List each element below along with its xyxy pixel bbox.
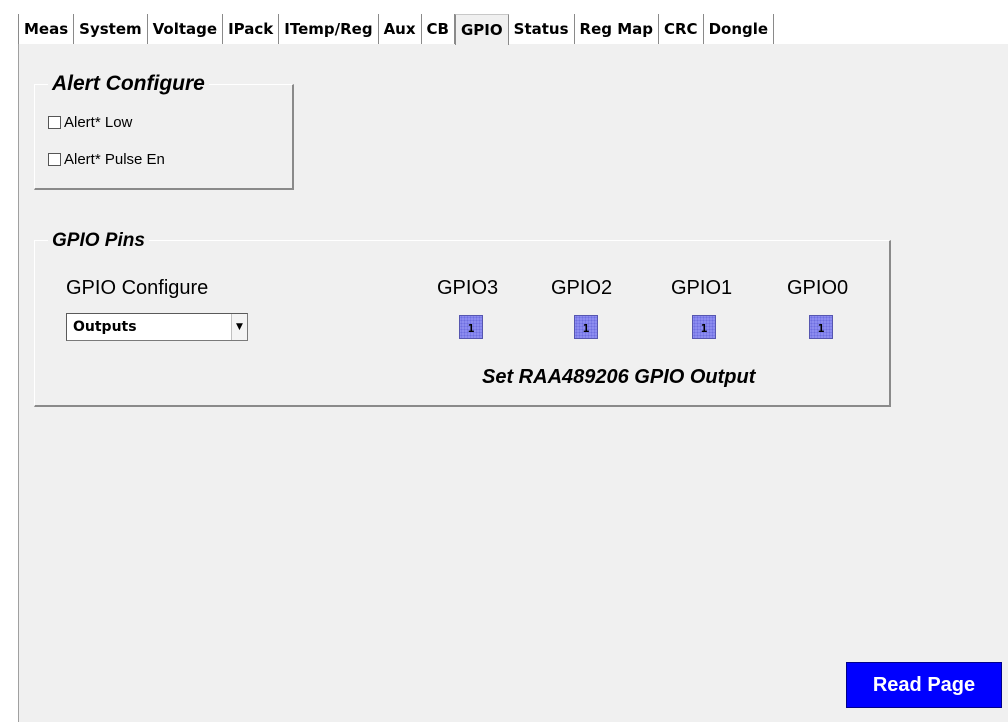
gpio-pins-title: GPIO Pins bbox=[48, 230, 149, 252]
gpio1-label: GPIO1 bbox=[671, 277, 733, 299]
gpio-configure-label: GPIO Configure bbox=[66, 277, 209, 299]
checkbox-box[interactable] bbox=[48, 116, 61, 129]
alert-low-label: Alert* Low bbox=[64, 114, 133, 131]
tab-cb[interactable]: CB bbox=[421, 14, 455, 44]
alert-configure-group bbox=[34, 84, 294, 190]
gpio-configure-value: Outputs bbox=[73, 319, 137, 335]
alert-configure-title: Alert Configure bbox=[48, 72, 209, 96]
set-gpio-output-label: Set RAA489206 GPIO Output bbox=[482, 366, 756, 388]
tab-meas[interactable]: Meas bbox=[18, 14, 75, 44]
gpio-configure-select[interactable]: Outputs ▼ bbox=[66, 313, 248, 341]
gpio0-output-toggle[interactable]: 1 bbox=[809, 315, 833, 339]
gpio2-label: GPIO2 bbox=[551, 277, 613, 299]
tab-system[interactable]: System bbox=[74, 14, 148, 44]
tab-bar: Meas System Voltage IPack ITemp/Reg Aux … bbox=[18, 14, 775, 45]
tab-status[interactable]: Status bbox=[508, 14, 575, 44]
tab-reg-map[interactable]: Reg Map bbox=[574, 14, 659, 44]
tab-gpio[interactable]: GPIO bbox=[455, 14, 509, 45]
tab-itemp-reg[interactable]: ITemp/Reg bbox=[279, 14, 379, 44]
chevron-down-icon[interactable]: ▼ bbox=[231, 314, 247, 340]
tab-crc[interactable]: CRC bbox=[659, 14, 704, 44]
gpio2-output-toggle[interactable]: 1 bbox=[574, 315, 598, 339]
gpio3-label: GPIO3 bbox=[437, 277, 499, 299]
read-page-button[interactable]: Read Page bbox=[846, 662, 1002, 708]
tab-dongle[interactable]: Dongle bbox=[703, 14, 775, 44]
alert-pulse-en-label: Alert* Pulse En bbox=[64, 151, 165, 168]
gpio3-output-toggle[interactable]: 1 bbox=[459, 315, 483, 339]
gpio0-label: GPIO0 bbox=[787, 277, 849, 299]
alert-pulse-en-checkbox[interactable]: Alert* Pulse En bbox=[48, 151, 165, 168]
gpio1-output-toggle[interactable]: 1 bbox=[692, 315, 716, 339]
alert-low-checkbox[interactable]: Alert* Low bbox=[48, 114, 132, 131]
tab-aux[interactable]: Aux bbox=[378, 14, 422, 44]
tab-voltage[interactable]: Voltage bbox=[147, 14, 224, 44]
checkbox-box[interactable] bbox=[48, 153, 61, 166]
tab-ipack[interactable]: IPack bbox=[223, 14, 280, 44]
